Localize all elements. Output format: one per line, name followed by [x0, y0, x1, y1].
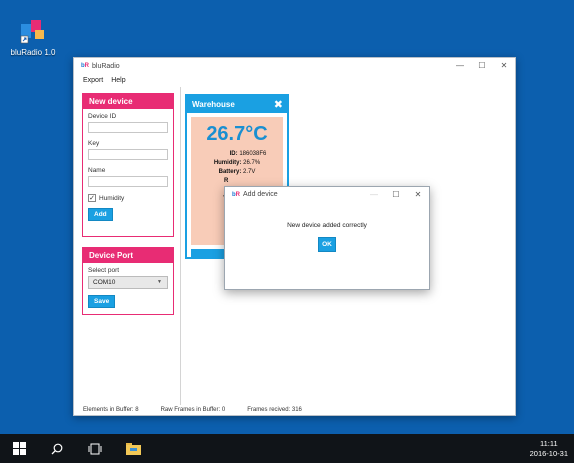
dialog-titlebar[interactable]: bR Add device — ☐ ✕ — [225, 187, 429, 202]
start-button[interactable] — [0, 434, 38, 463]
name-input[interactable] — [88, 176, 168, 187]
menubar: Export Help — [74, 74, 515, 86]
dialog-logo-icon: bR — [232, 191, 241, 198]
clock-date: 2016-10-31 — [529, 448, 568, 458]
buffer-count: Elements in Buffer: 8 — [83, 407, 139, 413]
window-title: bluRadio — [92, 62, 120, 70]
id-label: ID: — [229, 151, 238, 157]
search-icon — [51, 443, 63, 454]
close-button[interactable]: ✕ — [493, 58, 515, 74]
new-device-panel: New device Device ID Key Name ✓ Humidity… — [82, 93, 174, 237]
humidity-row: Humidity: 26.7% — [191, 159, 283, 168]
device-id-row: ID: 186038F6 — [191, 150, 283, 159]
menu-help[interactable]: Help — [111, 77, 125, 84]
taskbar: 11:11 2016-10-31 — [0, 434, 574, 463]
app-logo-icon: bR — [81, 63, 90, 69]
humidity-label: Humidity: — [213, 160, 242, 166]
key-label: Key — [88, 140, 100, 147]
maximize-button[interactable]: ☐ — [471, 58, 493, 74]
close-icon[interactable]: ✖ — [274, 98, 283, 111]
desktop-icon-bluradio[interactable]: bluRadio 1.0 — [10, 18, 56, 64]
key-input[interactable] — [88, 149, 168, 160]
panel-divider — [180, 87, 181, 405]
device-port-panel: Device Port Select port COM10 ▼ Save — [82, 247, 174, 315]
dialog-title: Add device — [243, 191, 278, 198]
clock-time: 11:11 — [539, 438, 558, 448]
checkmark-icon: ✓ — [88, 194, 96, 202]
device-id-input[interactable] — [88, 122, 168, 133]
frames-received-count: Frames recived: 316 — [247, 407, 302, 413]
search-button[interactable] — [38, 434, 76, 463]
dialog-message: New device added correctly — [287, 222, 367, 229]
battery-row: Battery: 2.7V — [191, 168, 283, 177]
partial-label-1: R — [224, 178, 229, 184]
humidity-checkbox-label: Humidity — [99, 194, 125, 202]
minimize-button[interactable]: — — [449, 58, 471, 74]
add-device-dialog: bR Add device — ☐ ✕ New device added cor… — [224, 186, 430, 290]
name-label: Name — [88, 167, 106, 174]
status-bar: Elements in Buffer: 8 Raw Frames in Buff… — [83, 407, 324, 413]
humidity-checkbox[interactable]: ✓ Humidity — [88, 194, 173, 202]
select-port-label: Select port — [88, 267, 120, 274]
dialog-close-button[interactable]: ✕ — [407, 187, 429, 202]
port-select-value: COM10 — [93, 279, 116, 286]
device-id-label: Device ID — [88, 113, 117, 120]
task-view-icon — [88, 443, 102, 454]
bluradio-logo-icon — [19, 18, 47, 46]
temperature-value: 26.7°C — [206, 123, 268, 145]
folder-icon — [125, 443, 141, 455]
ok-button[interactable]: OK — [318, 237, 336, 252]
battery-value: 2.7V — [243, 169, 256, 175]
raw-frames-count: Raw Frames in Buffer: 0 — [160, 407, 226, 413]
taskbar-clock[interactable]: 11:11 2016-10-31 — [530, 439, 568, 459]
battery-label: Battery: — [218, 169, 242, 175]
desktop-icon-label: bluRadio 1.0 — [10, 48, 56, 57]
dialog-maximize-button[interactable]: ☐ — [385, 187, 407, 202]
main-titlebar[interactable]: bR bluRadio — ☐ ✕ — [74, 58, 515, 74]
new-device-title: New device — [83, 94, 173, 109]
add-button[interactable]: Add — [88, 208, 113, 221]
device-card-title: Warehouse — [192, 100, 235, 109]
chevron-down-icon: ▼ — [157, 279, 162, 285]
device-port-title: Device Port — [83, 248, 173, 263]
humidity-value: 26.7% — [243, 160, 261, 166]
task-view-button[interactable] — [76, 434, 114, 463]
dialog-minimize-button[interactable]: — — [363, 187, 385, 202]
menu-export[interactable]: Export — [83, 77, 103, 84]
save-button[interactable]: Save — [88, 295, 116, 308]
partial-row-1: R — [191, 177, 283, 186]
device-card-header: Warehouse ✖ — [187, 96, 287, 113]
file-explorer-button[interactable] — [114, 434, 152, 463]
id-value: 186038F6 — [239, 151, 267, 157]
windows-logo-icon — [12, 442, 26, 455]
port-select[interactable]: COM10 ▼ — [88, 276, 168, 289]
